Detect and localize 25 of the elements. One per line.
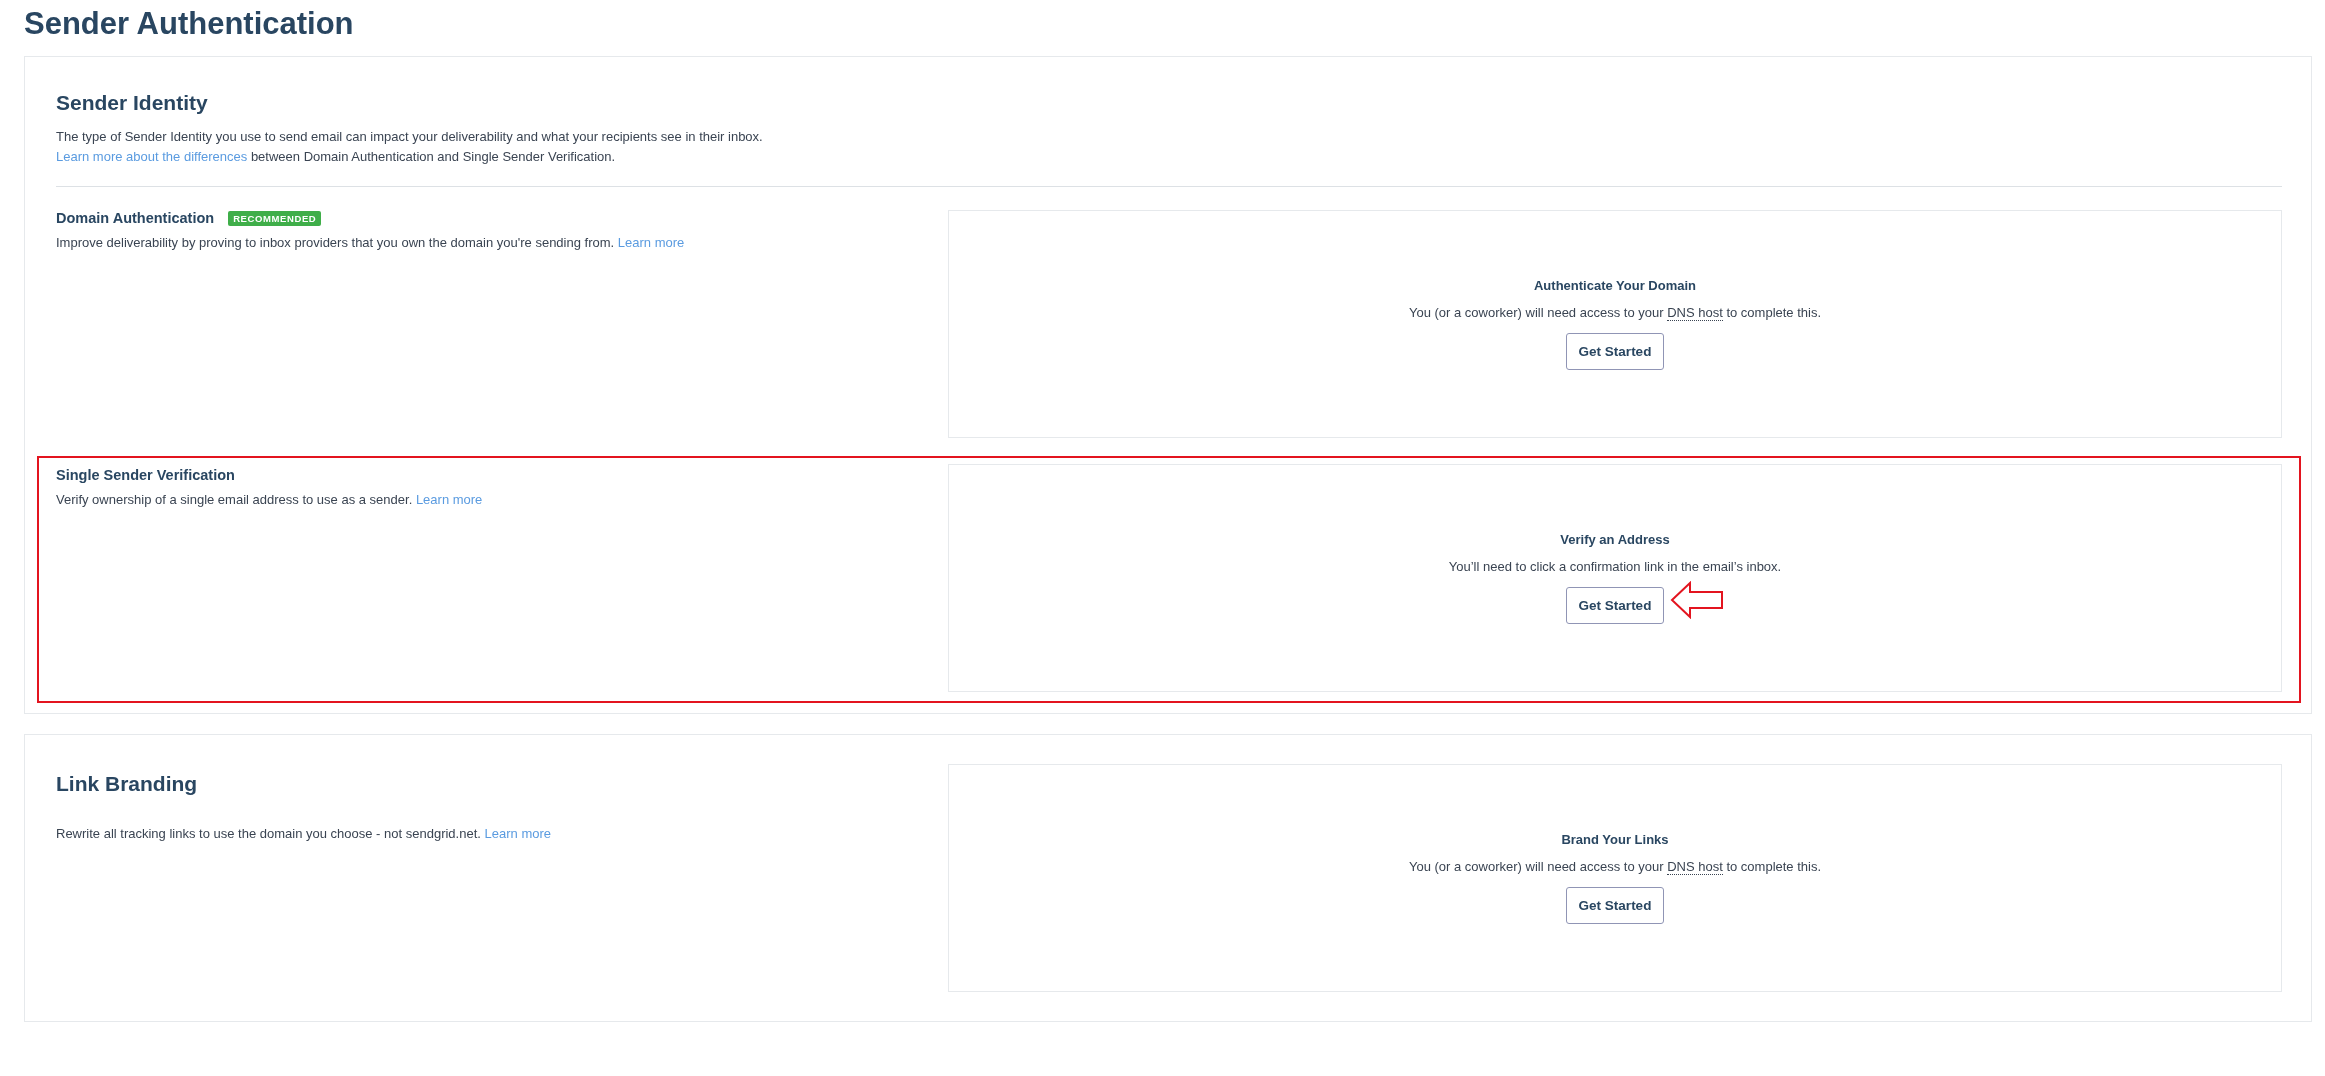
card-text: You’ll need to click a confirmation link in the email’s inbox.: [1448, 559, 1782, 574]
card-text: You (or a coworker) will need access to your DNS host to complete this.: [1408, 859, 1822, 874]
learn-more-link[interactable]: Learn more: [617, 235, 685, 250]
section-description: Verify ownership of a single email address to use as a sender. Learn more: [56, 491, 484, 509]
pointer-arrow-icon: [1670, 581, 1725, 619]
section-title: Domain Authentication: [56, 210, 215, 226]
learn-more-link[interactable]: Learn more: [415, 492, 483, 507]
get-started-button[interactable]: Get Started: [1565, 333, 1665, 370]
card-text: You (or a coworker) will need access to your DNS host to complete this.: [1408, 305, 1822, 320]
section-description: Improve deliverability by proving to inbox providers that you own the domain you're sending from. Learn more: [56, 234, 686, 252]
page-title: Sender Authentication: [24, 6, 355, 42]
panel-title: Sender Identity: [56, 91, 209, 115]
intro-text: Learn more about the differences between Domain Authentication and Single Sender Verification.: [56, 148, 617, 166]
get-started-button[interactable]: Get Started: [1565, 587, 1665, 624]
get-started-button[interactable]: Get Started: [1565, 887, 1665, 924]
card-title: Authenticate Your Domain: [1533, 278, 1696, 293]
section-description: Rewrite all tracking links to use the domain you choose - not sendgrid.net. Learn more: [56, 825, 552, 843]
card-title: Brand Your Links: [1561, 832, 1669, 847]
section-title: Single Sender Verification: [56, 467, 235, 483]
learn-more-link[interactable]: Learn more about the differences: [56, 149, 248, 164]
card-title: Verify an Address: [1560, 532, 1670, 547]
panel-title: Link Branding: [56, 772, 199, 796]
learn-more-link[interactable]: Learn more: [484, 826, 551, 841]
intro-text: The type of Sender Identity you use to send email can impact your deliverability and what your recipients see in their inbox.: [56, 128, 764, 146]
recommended-badge: RECOMMENDED: [228, 210, 322, 226]
